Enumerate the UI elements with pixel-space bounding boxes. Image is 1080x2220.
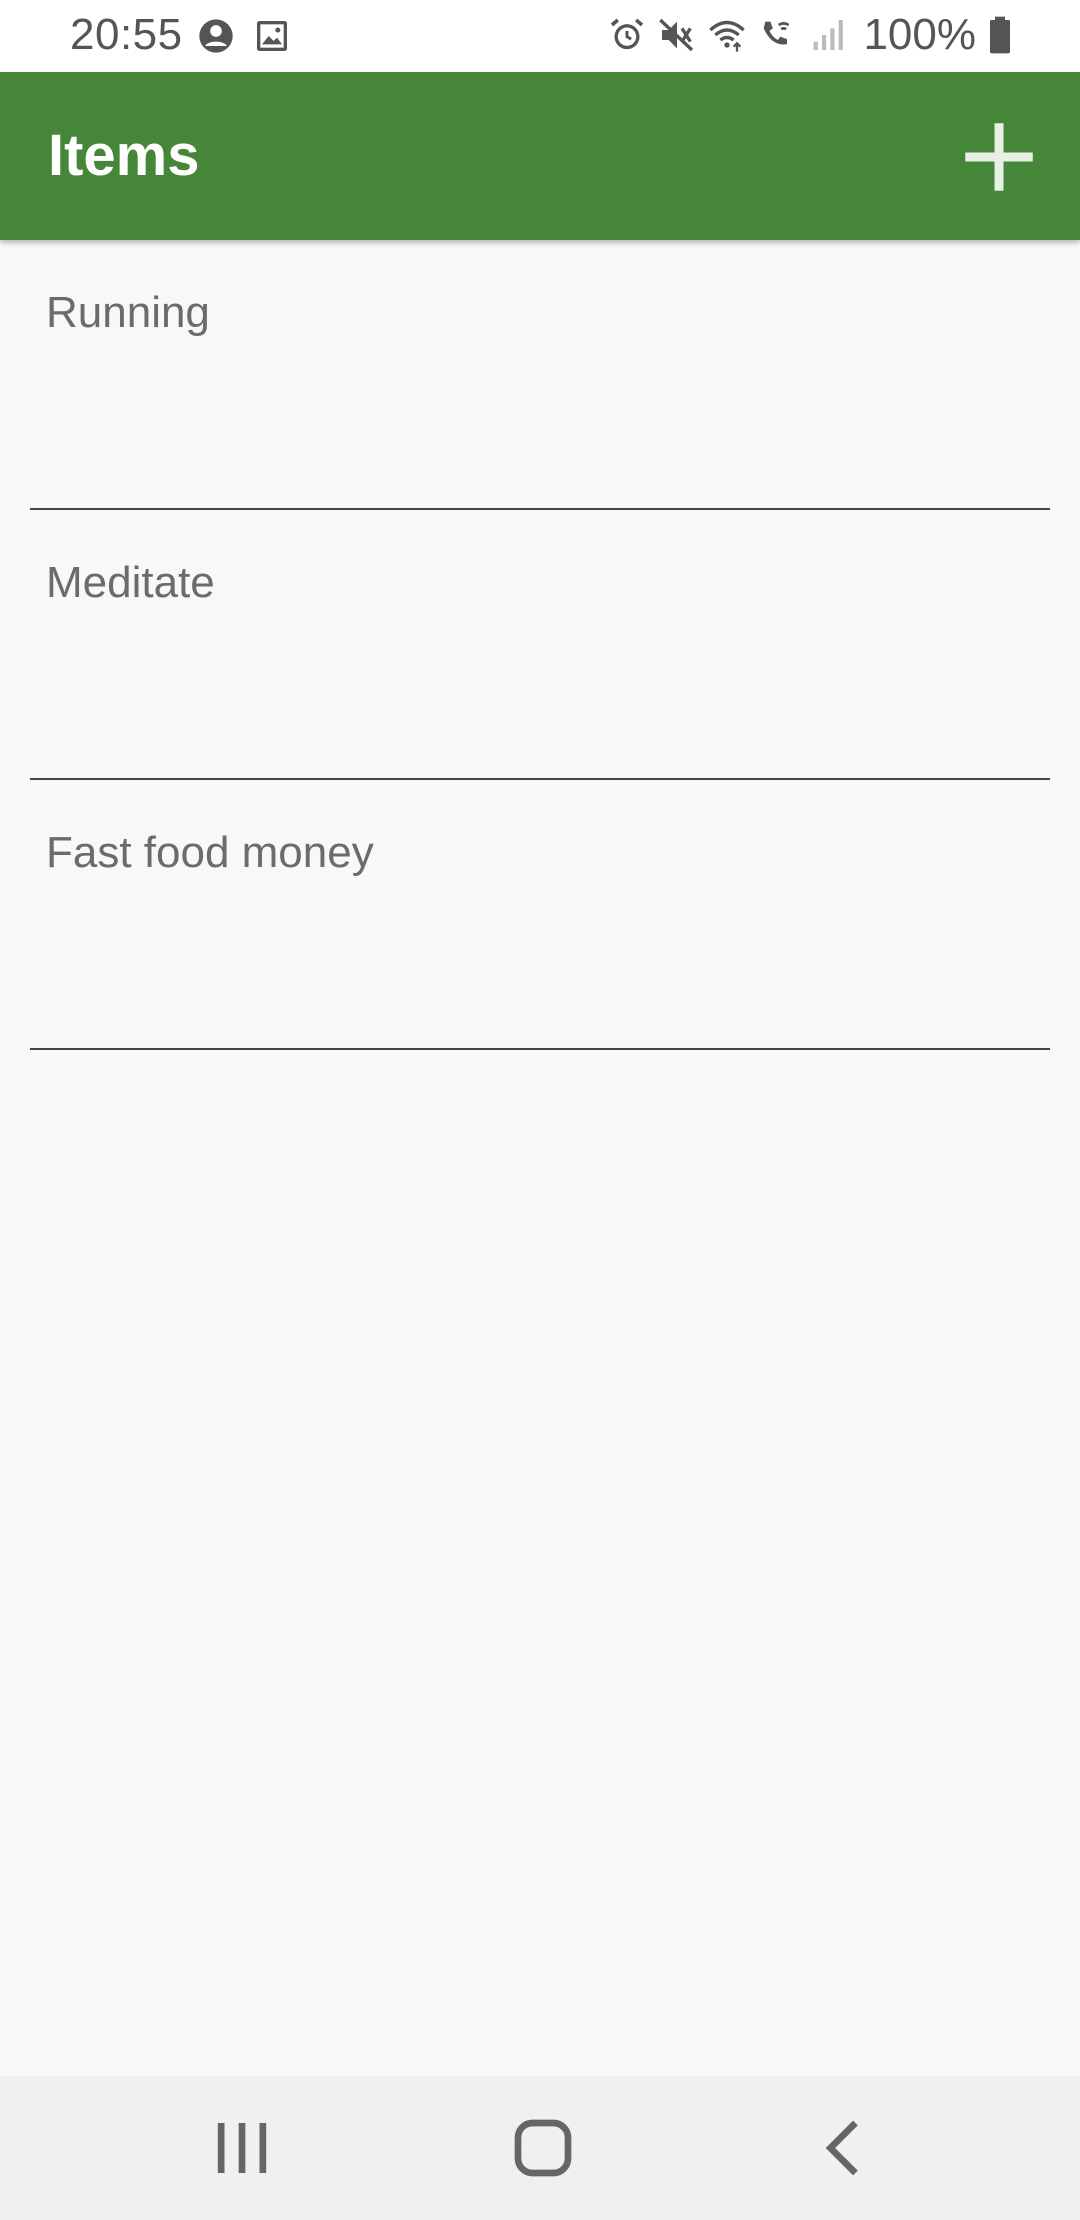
recents-icon [217, 2123, 267, 2173]
battery-icon [986, 15, 1014, 55]
signal-icon [807, 15, 847, 55]
app-bar: Items [0, 72, 1080, 240]
status-time: 20:55 [70, 10, 183, 59]
list-item[interactable]: Running [30, 240, 1050, 510]
home-icon [514, 2119, 572, 2177]
plus-icon [965, 123, 1033, 191]
status-left-icons [196, 16, 292, 56]
list-item-label: Meditate [46, 558, 215, 607]
back-button[interactable] [795, 2098, 895, 2198]
alarm-icon [607, 15, 647, 55]
screen: 20:55 100% Items Running Meditate Fast f… [0, 0, 1080, 2220]
home-button[interactable] [493, 2098, 593, 2198]
status-bar: 20:55 100% [0, 0, 1080, 72]
battery-percent: 100% [863, 10, 976, 59]
account-circle-icon [196, 16, 236, 56]
recents-button[interactable] [192, 2098, 292, 2198]
wifi-calling-icon [757, 15, 797, 55]
list-item-label: Running [46, 288, 210, 337]
image-icon [252, 16, 292, 56]
page-title: Items [48, 123, 200, 188]
system-nav-bar [0, 2076, 1080, 2220]
back-icon [825, 2120, 858, 2176]
list-item[interactable]: Meditate [30, 510, 1050, 780]
items-list: Running Meditate Fast food money [0, 240, 1080, 1050]
list-item[interactable]: Fast food money [30, 780, 1050, 1050]
mute-icon [657, 15, 697, 55]
wifi-icon [707, 15, 747, 55]
add-item-button[interactable] [954, 112, 1044, 202]
status-right-icons: 100% [607, 10, 1014, 60]
list-item-label: Fast food money [46, 828, 374, 877]
